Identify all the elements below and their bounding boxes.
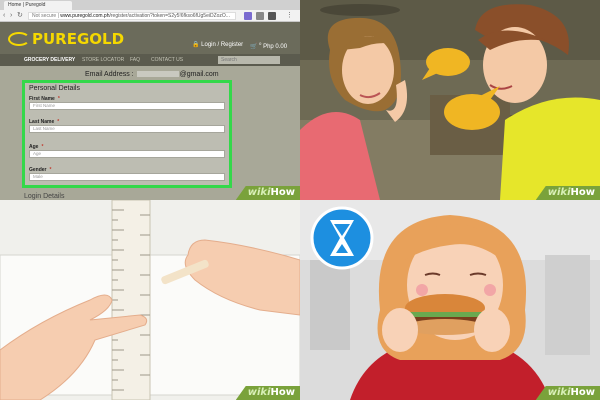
login-details-heading: Login Details bbox=[24, 193, 65, 200]
gender-field[interactable]: Male bbox=[29, 173, 225, 181]
ruler-scene bbox=[0, 200, 300, 400]
wikihow-watermark: wikiHow bbox=[235, 186, 300, 200]
last-name-field[interactable]: Last Name bbox=[29, 125, 225, 133]
wikihow-watermark: wikiHow bbox=[235, 386, 300, 400]
menu-icon[interactable]: ⋮ bbox=[286, 12, 293, 20]
address-bar: ‹ › ↻ Not secure | www.puregold.com.ph/r… bbox=[0, 10, 300, 22]
extension-icon[interactable] bbox=[268, 12, 276, 20]
cart-total: Php 0.00 bbox=[263, 44, 288, 50]
back-icon[interactable]: ‹ bbox=[3, 12, 5, 20]
browser-screenshot-panel: Home | Puregold ‹ › ↻ Not secure | www.p… bbox=[0, 0, 300, 200]
first-name-field[interactable]: First Name bbox=[29, 102, 225, 110]
cart-count: 0 bbox=[259, 41, 262, 46]
extension-icon[interactable] bbox=[256, 12, 264, 20]
hourglass-icon bbox=[310, 206, 374, 270]
nav-faq[interactable]: FAQ bbox=[130, 56, 140, 64]
reload-icon[interactable]: ↻ bbox=[17, 12, 23, 20]
ruler-measuring-illustration: wikiHow bbox=[0, 200, 300, 400]
url-host: www.puregold.com.ph bbox=[60, 13, 110, 19]
site-logo[interactable]: PUREGOLD bbox=[32, 30, 124, 48]
forward-icon[interactable]: › bbox=[10, 12, 12, 20]
login-register-link[interactable]: 🔒 Login / Register bbox=[192, 41, 243, 48]
cart-button[interactable]: 🛒 0 Php 0.00 bbox=[250, 41, 287, 50]
burger-scene bbox=[300, 200, 600, 400]
site-search-input[interactable]: Search bbox=[218, 56, 280, 64]
site-header: PUREGOLD 🔒 Login / Register 🛒 0 Php 0.00 bbox=[0, 22, 300, 54]
nav-contact-us[interactable]: CONTACT US bbox=[151, 56, 183, 64]
redacted-email bbox=[136, 71, 179, 78]
nav-store-locator[interactable]: STORE LOCATOR bbox=[82, 56, 124, 64]
url-field[interactable]: Not secure | www.puregold.com.ph/registe… bbox=[28, 12, 236, 20]
not-secure-label: Not secure bbox=[32, 13, 57, 19]
age-field[interactable]: Age bbox=[29, 150, 225, 158]
extension-icon[interactable] bbox=[244, 12, 252, 20]
couple-scene bbox=[300, 0, 600, 200]
browser-tab[interactable]: Home | Puregold bbox=[4, 1, 72, 10]
couple-talking-illustration: wikiHow bbox=[300, 0, 600, 200]
wikihow-watermark: wikiHow bbox=[535, 186, 600, 200]
personal-details-form: Personal Details First Name * First Name … bbox=[22, 80, 232, 188]
eating-burger-illustration: wikiHow bbox=[300, 200, 600, 400]
url-path: /register/activation?token=S2y5!6fkso6fU… bbox=[109, 13, 230, 19]
nav-grocery-delivery[interactable]: GROCERY DELIVERY bbox=[24, 56, 75, 64]
browser-tab-bar: Home | Puregold bbox=[0, 0, 300, 10]
wikihow-watermark: wikiHow bbox=[535, 386, 600, 400]
puregold-logo-icon bbox=[8, 32, 30, 46]
cart-icon: 🛒 bbox=[250, 44, 258, 50]
email-address-row: Email Address : @gmail.com bbox=[85, 71, 219, 78]
site-nav: GROCERY DELIVERY STORE LOCATOR FAQ CONTA… bbox=[0, 54, 300, 66]
form-section-title: Personal Details bbox=[29, 85, 80, 92]
